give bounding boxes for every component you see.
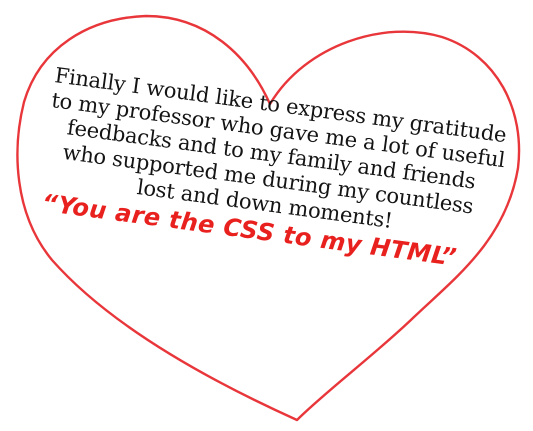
heart-card: Finally I would like to express my grati… xyxy=(0,0,533,431)
